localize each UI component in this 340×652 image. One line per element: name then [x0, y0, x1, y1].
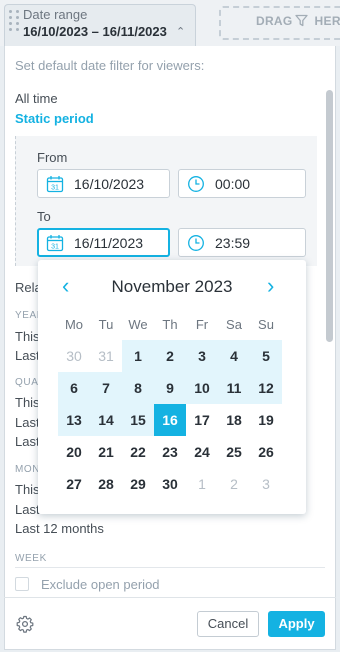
to-date-value: 16/11/2023 [74, 235, 144, 251]
filter-funnel-icon [295, 14, 308, 27]
calendar-day[interactable]: 26 [250, 436, 282, 468]
calendar-day[interactable]: 30 [58, 340, 90, 372]
section-quarter: QUA [15, 377, 39, 388]
calendar-day[interactable]: 19 [250, 404, 282, 436]
calendar-day[interactable]: 22 [122, 436, 154, 468]
calendar-day[interactable]: 28 [90, 468, 122, 500]
clock-icon [188, 176, 204, 192]
month-item[interactable]: Last [15, 502, 40, 517]
calendar-popup: ‹ November 2023 › Mo Tu We Th Fr Sa Su 30 31 1 2 3 4… [38, 260, 306, 514]
calendar-day[interactable]: 11 [218, 372, 250, 404]
weekday-header: Tu [98, 317, 114, 332]
calendar-day[interactable]: 12 [250, 372, 282, 404]
calendar-day[interactable]: 30 [154, 468, 186, 500]
quarter-item[interactable]: Last [15, 434, 40, 449]
calendar-day[interactable]: 20 [58, 436, 90, 468]
svg-text:31: 31 [51, 244, 59, 251]
calendar-day[interactable]: 9 [154, 372, 186, 404]
calendar-day[interactable]: 6 [58, 372, 90, 404]
calendar-day[interactable]: 23 [154, 436, 186, 468]
calendar-day[interactable]: 1 [122, 340, 154, 372]
exclude-open-period-label[interactable]: Exclude open period [41, 577, 160, 592]
month-item[interactable]: This [15, 482, 40, 497]
weekday-header: Sa [226, 317, 242, 332]
month-item-last-12[interactable]: Last 12 months [15, 521, 104, 536]
weekday-header: We [128, 317, 148, 332]
year-item[interactable]: This [15, 329, 40, 344]
calendar-day[interactable]: 27 [58, 468, 90, 500]
calendar-day[interactable]: 17 [186, 404, 218, 436]
weekday-header: Fr [195, 317, 209, 332]
calendar-day[interactable]: 14 [90, 404, 122, 436]
year-item[interactable]: Last [15, 348, 40, 363]
calendar-day[interactable]: 4 [218, 340, 250, 372]
calendar-day[interactable]: 8 [122, 372, 154, 404]
exclude-open-period-checkbox[interactable] [15, 577, 29, 591]
from-time-input[interactable]: 00:00 [178, 169, 306, 198]
calendar-day[interactable]: 21 [90, 436, 122, 468]
calendar-day[interactable]: 2 [218, 468, 250, 500]
next-month-chevron-icon[interactable]: › [267, 274, 274, 298]
calendar-day[interactable]: 24 [186, 436, 218, 468]
calendar-day[interactable]: 18 [218, 404, 250, 436]
panel-heading: Set default date filter for viewers: [15, 58, 205, 73]
from-time-value: 00:00 [215, 176, 251, 192]
section-month: MON [15, 464, 41, 475]
weekday-header: Mo [64, 317, 84, 332]
to-time-value: 23:59 [215, 235, 251, 251]
calendar-day[interactable]: 7 [90, 372, 122, 404]
calendar-day[interactable]: 3 [250, 468, 282, 500]
chip-label: Date range [23, 7, 88, 22]
quarter-item[interactable]: Last [15, 415, 40, 430]
calendar-day[interactable]: 25 [218, 436, 250, 468]
calendar-day[interactable]: 2 [154, 340, 186, 372]
chevron-up-icon[interactable]: ⌃ [176, 25, 185, 38]
option-all-time[interactable]: All time [15, 91, 58, 106]
clock-icon [188, 235, 204, 251]
calendar-day[interactable]: 5 [250, 340, 282, 372]
to-label: To [37, 209, 51, 224]
footer-divider [4, 597, 336, 598]
from-label: From [37, 150, 68, 165]
calendar-day[interactable]: 10 [186, 372, 218, 404]
calendar-day[interactable]: 15 [122, 404, 154, 436]
from-date-value: 16/10/2023 [74, 176, 145, 192]
cancel-button[interactable]: Cancel [197, 611, 259, 637]
calendar-day[interactable]: 3 [186, 340, 218, 372]
section-divider [15, 567, 325, 568]
to-time-input[interactable]: 23:59 [178, 228, 306, 257]
option-static-period[interactable]: Static period [15, 111, 94, 126]
weekday-header: Su [258, 317, 274, 332]
scrollbar[interactable] [326, 90, 333, 342]
svg-text:31: 31 [51, 185, 59, 192]
calendar-day[interactable]: 1 [186, 468, 218, 500]
calendar-month-title: November 2023 [111, 277, 233, 296]
gear-icon[interactable] [16, 615, 34, 633]
calendar-day[interactable]: 13 [58, 404, 90, 436]
calendar-day[interactable]: 31 [90, 340, 122, 372]
calendar-day-selected[interactable]: 16 [154, 404, 186, 436]
calendar-day[interactable]: 29 [122, 468, 154, 500]
from-date-input[interactable]: 31 16/10/2023 [37, 169, 170, 198]
calendar-icon: 31 [46, 235, 64, 252]
chip-value: 16/10/2023 – 16/11/2023 [23, 24, 167, 39]
to-date-input[interactable]: 31 16/11/2023 [37, 228, 170, 257]
apply-button[interactable]: Apply [268, 611, 325, 637]
quarter-item[interactable]: This [15, 395, 40, 410]
drag-handle-icon[interactable] [9, 10, 19, 34]
weekday-header: Th [162, 317, 178, 332]
calendar-icon: 31 [46, 176, 64, 193]
section-week: WEEK [15, 553, 47, 564]
